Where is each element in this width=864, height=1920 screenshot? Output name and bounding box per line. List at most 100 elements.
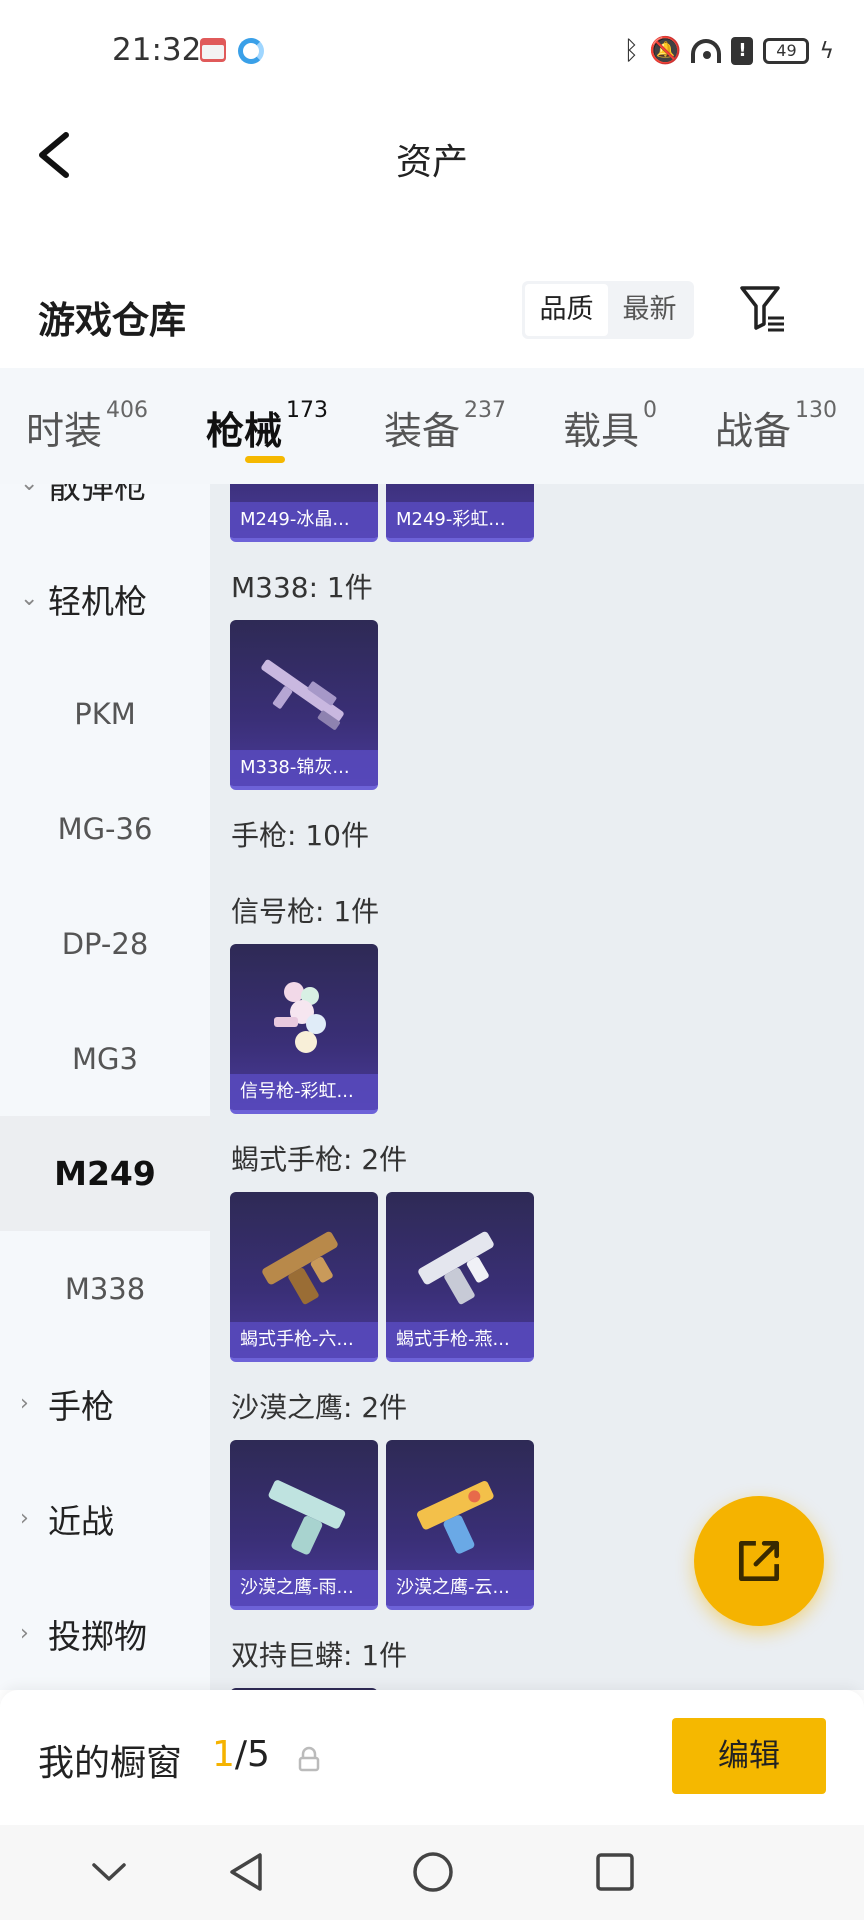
- battery-icon: 49: [763, 38, 810, 64]
- handgun-icon: [417, 1481, 494, 1554]
- sort-newest-option[interactable]: 最新: [608, 284, 691, 336]
- item-card-label: 蝎式手枪-六...: [230, 1322, 378, 1358]
- sidebar-item-label: 轻机枪: [48, 581, 147, 621]
- app-header: 资产: [0, 105, 864, 205]
- tab-label: 装备: [384, 409, 461, 453]
- bluetooth-icon: ᛒ: [623, 36, 640, 66]
- nav-back-button[interactable]: [222, 1847, 272, 1897]
- handgun-icon: [268, 1480, 346, 1555]
- chevron-right-icon: ›: [20, 1621, 29, 1646]
- sidebar-item-mg3[interactable]: MG3: [0, 1001, 210, 1116]
- filter-button[interactable]: [738, 284, 788, 334]
- section-title: 沙漠之鹰: 2件: [231, 1391, 408, 1424]
- item-card-label: 沙漠之鹰-雨...: [230, 1570, 378, 1606]
- sidebar-item-m249[interactable]: M249: [0, 1116, 210, 1231]
- mute-bell-icon: 🔕: [649, 36, 682, 66]
- section-title: 手枪: 10件: [231, 819, 369, 852]
- warehouse-title: 游戏仓库: [38, 299, 186, 342]
- item-card[interactable]: M249-彩虹...: [386, 484, 534, 542]
- charging-icon: ϟ: [819, 38, 834, 64]
- item-card[interactable]: 蝎式手枪-燕...: [386, 1192, 534, 1362]
- sidebar-item-m338[interactable]: M338: [0, 1231, 210, 1346]
- section-title: 信号枪: 1件: [231, 895, 380, 928]
- notification-app-icon: [200, 38, 226, 62]
- tab-vehicles[interactable]: 载具 0: [563, 398, 658, 455]
- nav-recents-button[interactable]: [590, 1847, 640, 1897]
- tab-count: 130: [795, 398, 838, 423]
- item-card-label: M338-锦灰...: [230, 750, 378, 786]
- pistol-icon: [418, 1231, 494, 1305]
- circle-home-icon: [413, 1852, 453, 1892]
- item-card[interactable]: 蝎式手枪-六...: [230, 1192, 378, 1362]
- status-time: 21:32: [112, 32, 202, 68]
- tab-count: 173: [286, 398, 329, 423]
- showcase-bar: 我的橱窗 1/5 编辑: [0, 1690, 864, 1825]
- sidebar-group-throwables[interactable]: › 投掷物: [0, 1576, 210, 1690]
- edit-button[interactable]: 编辑: [672, 1718, 826, 1794]
- nav-home-button[interactable]: [408, 1847, 458, 1897]
- sort-quality-option[interactable]: 品质: [525, 284, 608, 336]
- flare-gun-icon: [274, 982, 326, 1053]
- sort-toggle: 品质 最新: [522, 281, 694, 339]
- item-card[interactable]: 沙漠之鹰-云...: [386, 1440, 534, 1610]
- section-title: 蝎式手枪: 2件: [231, 1143, 408, 1176]
- section-title: 双持巨蟒: 1件: [231, 1639, 408, 1672]
- item-card[interactable]: M338-锦灰...: [230, 620, 378, 790]
- weapon-category-sidebar: ⌄ 散弹枪 ⌄ 轻机枪 PKM MG-36 DP-28 MG3 M249 M33…: [0, 484, 210, 1690]
- lock-icon: [298, 1746, 320, 1772]
- sidebar-group-melee[interactable]: › 近战: [0, 1461, 210, 1576]
- showcase-title: 我的橱窗: [38, 1743, 183, 1784]
- tab-count: 0: [643, 398, 658, 423]
- item-card-label: 沙漠之鹰-云...: [386, 1570, 534, 1606]
- active-tab-indicator: [245, 456, 285, 463]
- rifle-icon: [261, 659, 344, 730]
- tab-equipment[interactable]: 装备 237: [384, 398, 507, 455]
- item-card[interactable]: M249-冰晶...: [230, 484, 378, 542]
- share-button[interactable]: [694, 1496, 824, 1626]
- sidebar-item-pkm[interactable]: PKM: [0, 656, 210, 771]
- nav-collapse-button[interactable]: [84, 1847, 134, 1897]
- item-card-label: 蝎式手枪-燕...: [386, 1322, 534, 1358]
- tab-label: 战备: [715, 409, 792, 453]
- category-tabs: 时装 406 枪械 173 装备 237 载具 0 战备 130: [0, 368, 864, 484]
- sidebar-item-label: 手枪: [48, 1386, 114, 1426]
- item-card[interactable]: 沙漠之鹰-雨...: [230, 1440, 378, 1610]
- share-external-icon: [738, 1540, 780, 1582]
- wifi-icon: [691, 39, 722, 63]
- notification-browser-icon: [238, 38, 264, 64]
- sidebar-item-label: 散弹枪: [48, 484, 147, 506]
- tab-label: 枪械: [206, 409, 283, 453]
- system-nav-bar: [0, 1825, 864, 1920]
- filter-icon: [740, 286, 784, 332]
- chevron-down-icon: [92, 1863, 126, 1881]
- item-card-label: 信号枪-彩虹...: [230, 1074, 378, 1110]
- showcase-current: 1: [212, 1734, 235, 1775]
- chevron-right-icon: ›: [20, 1506, 29, 1531]
- showcase-total: /5: [234, 1734, 270, 1775]
- item-card-label: M249-冰晶...: [230, 502, 378, 538]
- status-bar: 21:32 ᛒ 🔕 ! 49 ϟ: [0, 0, 864, 105]
- sidebar-item-label: 近战: [48, 1501, 114, 1541]
- chevron-right-icon: ›: [20, 1391, 29, 1416]
- sidebar-item-label: 投掷物: [48, 1616, 147, 1656]
- alert-icon: !: [731, 37, 754, 65]
- sidebar-group-lmg[interactable]: ⌄ 轻机枪: [0, 541, 210, 656]
- tab-firearms[interactable]: 枪械 173: [206, 398, 329, 455]
- chevron-down-icon: ⌄: [20, 586, 39, 611]
- sidebar-item-dp28[interactable]: DP-28: [0, 886, 210, 1001]
- tab-supplies[interactable]: 战备 130: [715, 398, 838, 455]
- tab-label: 时装: [26, 409, 103, 453]
- tab-count: 406: [106, 398, 149, 423]
- sidebar-item-mg36[interactable]: MG-36: [0, 771, 210, 886]
- sidebar-group-pistol[interactable]: › 手枪: [0, 1346, 210, 1461]
- item-card[interactable]: 信号枪-彩虹...: [230, 944, 378, 1114]
- item-card-label: M249-彩虹...: [386, 502, 534, 538]
- tab-label: 载具: [563, 409, 640, 453]
- tab-count: 237: [464, 398, 507, 423]
- sidebar-item-shotgun[interactable]: ⌄ 散弹枪: [0, 484, 210, 541]
- square-recents-icon: [596, 1853, 634, 1891]
- chevron-down-icon: ⌄: [20, 484, 38, 496]
- tab-fashion[interactable]: 时装 406: [26, 398, 149, 455]
- page-title: 资产: [395, 142, 468, 183]
- triangle-back-icon: [230, 1853, 262, 1891]
